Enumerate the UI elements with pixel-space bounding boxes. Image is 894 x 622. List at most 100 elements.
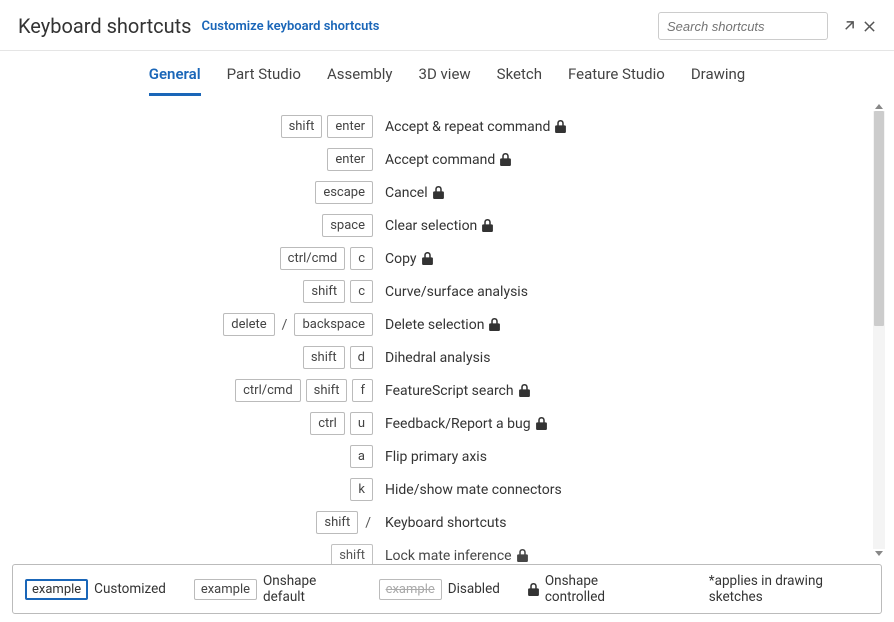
shortcut-row[interactable]: escape Cancel (0, 176, 894, 209)
lock-icon (528, 583, 539, 596)
key-backspace: backspace (294, 313, 373, 336)
shortcut-desc: Accept command (385, 152, 511, 168)
shortcut-desc: Curve/surface analysis (385, 284, 528, 300)
popout-icon[interactable] (842, 20, 855, 33)
tab-feature-studio[interactable]: Feature Studio (568, 65, 665, 96)
key-separator: / (280, 317, 290, 333)
tab-3d-view[interactable]: 3D view (419, 65, 471, 96)
lock-icon (489, 318, 500, 331)
tab-assembly[interactable]: Assembly (327, 65, 393, 96)
shortcut-row[interactable]: ctrluFeedback/Report a bug (0, 407, 894, 440)
shortcut-row[interactable]: shiftenterAccept & repeat command (0, 110, 894, 143)
shortcut-keys: a (0, 445, 385, 468)
key-delete: delete (223, 313, 274, 336)
legend-disabled: example Disabled (379, 579, 500, 600)
key-u: u (350, 412, 373, 435)
shortcut-keys: shiftc (0, 280, 385, 303)
scroll-down-icon[interactable] (875, 551, 883, 556)
shortcut-desc: Lock mate inference (385, 548, 528, 564)
key-shift: shift (303, 346, 345, 369)
legend-applies-note: *applies in drawing sketches (709, 573, 869, 605)
shortcut-desc: Cancel (385, 185, 444, 201)
scroll-up-icon[interactable] (875, 104, 883, 109)
key-shift: shift (303, 280, 345, 303)
tabs-bar: General Part Studio Assembly 3D view Sketch F… (0, 51, 894, 96)
shortcut-keys: escape (0, 181, 385, 204)
shortcut-keys: ctrlu (0, 412, 385, 435)
shortcut-keys: k (0, 478, 385, 501)
key-c: c (350, 280, 373, 303)
shortcut-keys: delete /backspace (0, 313, 385, 336)
key-shift: shift (281, 115, 323, 138)
key-escape: escape (315, 181, 373, 204)
close-icon[interactable] (863, 20, 876, 33)
scroll-thumb[interactable] (874, 111, 884, 326)
lock-icon (536, 417, 547, 430)
key-a: a (350, 445, 373, 468)
key-shift: shift (331, 544, 373, 564)
key-space: space (322, 214, 373, 237)
lock-icon (482, 219, 493, 232)
lock-icon (422, 252, 433, 265)
legend-footer: example Customized example Onshape defau… (12, 564, 882, 614)
shortcut-row[interactable]: shiftdDihedral analysis (0, 341, 894, 374)
shortcut-desc: Delete selection (385, 317, 500, 333)
shortcut-row[interactable]: shiftcCurve/surface analysis (0, 275, 894, 308)
legend-default: example Onshape default (194, 573, 351, 605)
lock-icon (500, 153, 511, 166)
tab-sketch[interactable]: Sketch (497, 65, 542, 96)
legend-controlled: Onshape controlled (528, 573, 653, 605)
key-ctrl-cmd: ctrl/cmd (235, 379, 301, 402)
page-title: Keyboard shortcuts (18, 14, 192, 38)
shortcut-keys: shift (0, 544, 385, 564)
tab-drawing[interactable]: Drawing (691, 65, 745, 96)
shortcut-row[interactable]: shift Lock mate inference (0, 539, 894, 564)
shortcut-desc: Clear selection (385, 218, 493, 234)
lock-icon (519, 384, 530, 397)
key-ctrl: ctrl (310, 412, 345, 435)
shortcut-row[interactable]: ctrl/cmdshiftfFeatureScript search (0, 374, 894, 407)
shortcut-keys: enter (0, 148, 385, 171)
shortcut-desc: Accept & repeat command (385, 119, 566, 135)
key-c: c (350, 247, 373, 270)
shortcut-desc: Copy (385, 251, 433, 267)
key-shift: shift (306, 379, 348, 402)
lock-icon (433, 186, 444, 199)
tab-part-studio[interactable]: Part Studio (227, 65, 301, 96)
shortcut-row[interactable]: enter Accept command (0, 143, 894, 176)
shortcut-list: shiftenterAccept & repeat commandenterAc… (0, 96, 894, 564)
shortcut-row[interactable]: shift / Keyboard shortcuts (0, 506, 894, 539)
key-enter: enter (327, 115, 373, 138)
shortcut-desc: Feedback/Report a bug (385, 416, 547, 432)
header: Keyboard shortcuts Customize keyboard sh… (0, 0, 894, 48)
shortcut-desc: Keyboard shortcuts (385, 515, 506, 531)
shortcut-desc: Dihedral analysis (385, 350, 490, 366)
shortcut-row[interactable]: space Clear selection (0, 209, 894, 242)
shortcut-row[interactable]: ctrl/cmdcCopy (0, 242, 894, 275)
key-k: k (350, 478, 373, 501)
customize-link[interactable]: Customize keyboard shortcuts (202, 19, 380, 34)
shortcut-row[interactable]: a Flip primary axis (0, 440, 894, 473)
legend-customized: example Customized (25, 579, 166, 600)
key-ctrl-cmd: ctrl/cmd (280, 247, 346, 270)
shortcut-keys: ctrl/cmdshiftf (0, 379, 385, 402)
shortcut-keys: space (0, 214, 385, 237)
lock-icon (555, 120, 566, 133)
key-shift: shift (316, 511, 358, 534)
scrollbar[interactable] (872, 104, 886, 556)
shortcut-keys: shiftenter (0, 115, 385, 138)
shortcut-keys: ctrl/cmdc (0, 247, 385, 270)
shortcut-desc: Flip primary axis (385, 449, 487, 465)
shortcut-desc: Hide/show mate connectors (385, 482, 562, 498)
shortcut-keys: shift / (0, 511, 385, 534)
scroll-track[interactable] (873, 111, 885, 549)
tab-general[interactable]: General (149, 65, 201, 96)
shortcut-row[interactable]: k Hide/show mate connectors (0, 473, 894, 506)
shortcut-keys: shiftd (0, 346, 385, 369)
shortcut-row[interactable]: delete /backspace Delete selection (0, 308, 894, 341)
key-d: d (350, 346, 373, 369)
key-enter: enter (327, 148, 373, 171)
key-f: f (352, 379, 373, 402)
search-input[interactable] (658, 12, 828, 40)
key-separator: / (363, 515, 373, 531)
